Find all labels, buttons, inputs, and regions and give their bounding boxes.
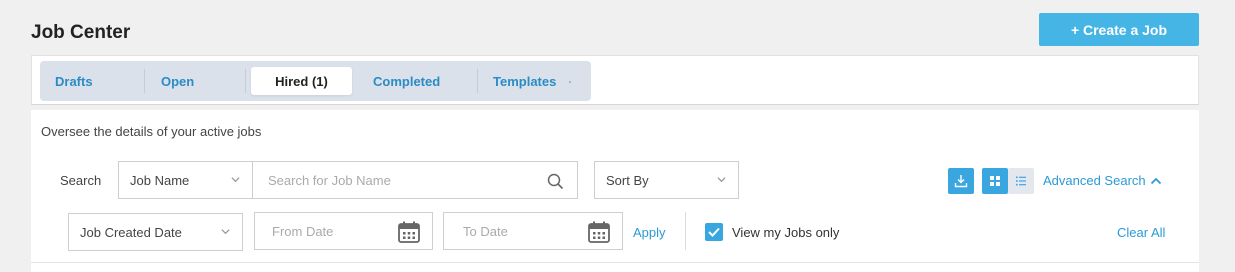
tab-divider <box>144 69 145 93</box>
tab-divider <box>245 69 246 93</box>
grid-view-icon <box>990 176 1000 186</box>
date-type-select[interactable]: Job Created Date <box>68 213 243 251</box>
tab-overflow-dot <box>569 81 571 83</box>
tabs-card: Drafts Open Hired (1) Completed Template… <box>31 55 1199 105</box>
sort-by-select[interactable]: Sort By <box>594 161 739 199</box>
tab-divider <box>477 69 478 93</box>
chevron-down-icon <box>717 177 726 183</box>
page-description: Oversee the details of your active jobs <box>41 124 262 139</box>
chevron-up-icon <box>1150 177 1161 184</box>
list-view-button[interactable] <box>1008 168 1034 194</box>
chevron-down-icon <box>221 229 230 235</box>
advanced-search-label: Advanced Search <box>1043 173 1146 188</box>
results-panel-edge <box>31 262 1199 272</box>
view-my-jobs-label[interactable]: View my Jobs only <box>732 225 839 240</box>
search-icon[interactable] <box>547 173 564 190</box>
chevron-down-icon <box>231 177 240 183</box>
advanced-search-link[interactable]: Advanced Search <box>1043 173 1162 188</box>
checkmark-icon <box>708 227 720 237</box>
sort-by-value: Sort By <box>606 172 649 188</box>
page-title: Job Center <box>31 22 131 43</box>
tab-completed[interactable]: Completed <box>373 61 440 101</box>
create-job-button[interactable]: + Create a Job <box>1039 13 1199 46</box>
filter-divider <box>685 212 686 250</box>
tab-hired[interactable]: Hired (1) <box>251 67 352 95</box>
search-field-select[interactable]: Job Name <box>118 161 253 199</box>
download-button[interactable] <box>948 168 974 194</box>
list-view-icon <box>1016 176 1026 186</box>
download-icon <box>954 175 968 188</box>
search-input[interactable] <box>268 172 577 188</box>
tab-open[interactable]: Open <box>161 61 194 101</box>
date-type-value: Job Created Date <box>80 224 182 240</box>
search-field-value: Job Name <box>130 172 190 188</box>
from-date-box[interactable] <box>254 212 433 250</box>
to-date-box[interactable] <box>443 212 623 250</box>
tab-drafts[interactable]: Drafts <box>55 61 93 101</box>
search-label: Search <box>60 173 102 188</box>
view-my-jobs-checkbox[interactable] <box>705 223 723 241</box>
clear-all-link[interactable]: Clear All <box>1117 225 1165 240</box>
tab-bar: Drafts Open Hired (1) Completed Template… <box>40 61 591 101</box>
calendar-icon[interactable] <box>587 220 611 244</box>
tab-templates[interactable]: Templates <box>493 61 556 101</box>
apply-link[interactable]: Apply <box>633 225 666 240</box>
grid-view-button[interactable] <box>982 168 1008 194</box>
calendar-icon[interactable] <box>397 220 421 244</box>
search-input-box[interactable] <box>252 161 578 199</box>
